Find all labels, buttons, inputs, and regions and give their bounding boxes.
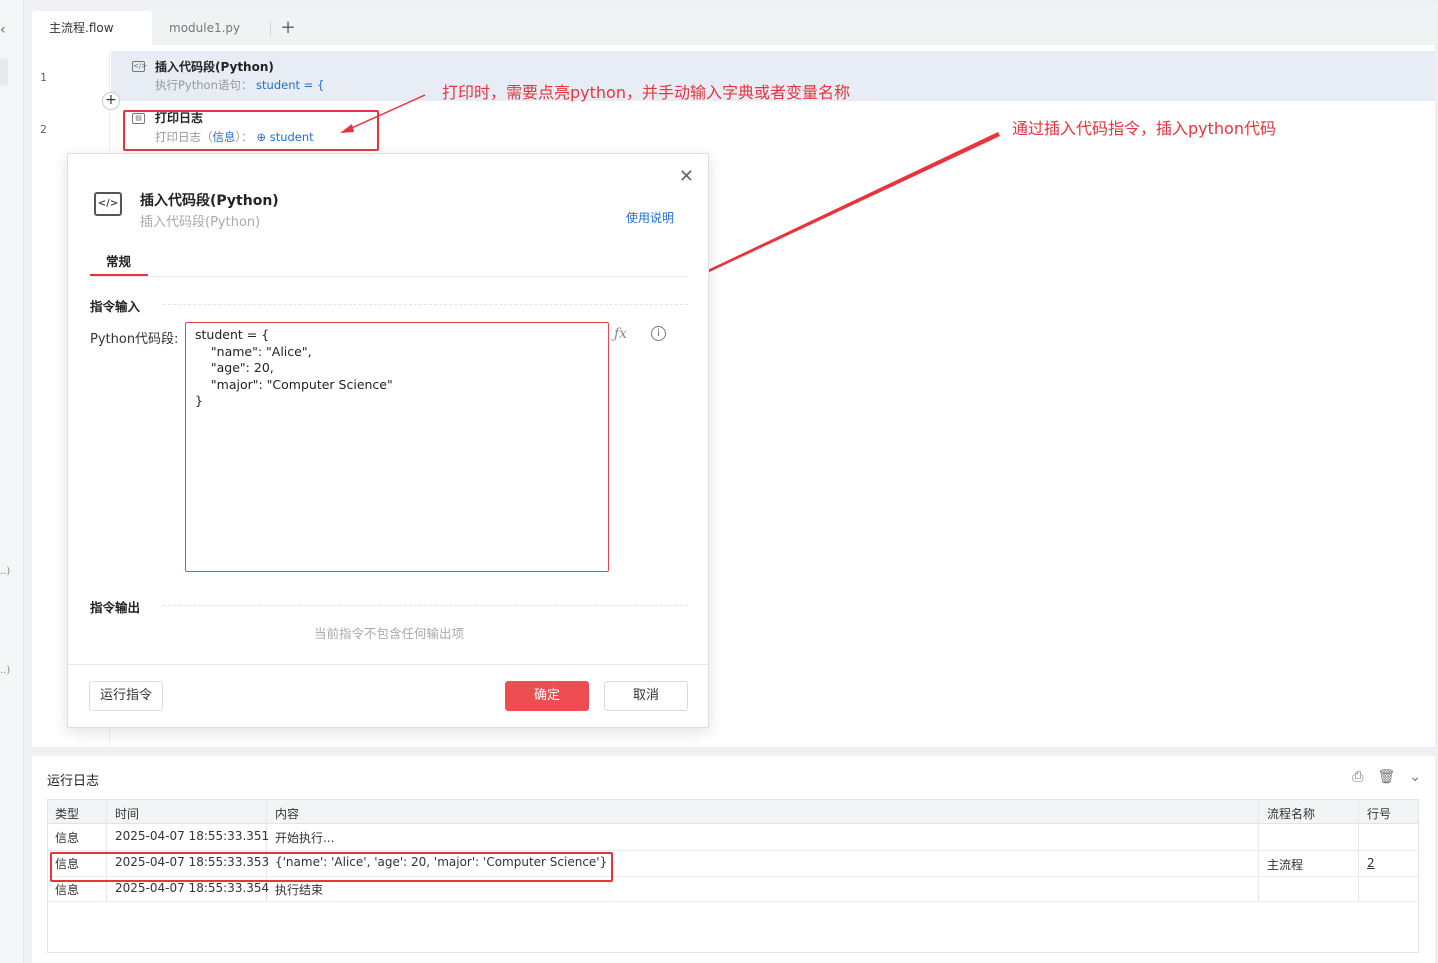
step-sub-label: 执行Python语句： bbox=[155, 78, 253, 92]
column-divider bbox=[1358, 800, 1359, 902]
tab-separator bbox=[270, 21, 271, 37]
empty-output-text: 当前指令不包含任何输出项 bbox=[313, 626, 464, 641]
annotation-highlight-box bbox=[50, 852, 613, 882]
column-header-line[interactable]: 行号 bbox=[1367, 805, 1391, 822]
footer-divider bbox=[68, 664, 708, 665]
section-divider bbox=[163, 605, 688, 606]
log-title: 运行日志 bbox=[47, 774, 100, 789]
help-link[interactable]: 使用说明 bbox=[626, 209, 674, 226]
log-cell-content: 执行结束 bbox=[275, 883, 324, 897]
truncated-text-icon: ..) bbox=[0, 665, 11, 676]
column-header-flow[interactable]: 流程名称 bbox=[1267, 805, 1315, 822]
run-command-button[interactable]: 运行指令 bbox=[89, 681, 163, 711]
tab-bar: 主流程.flow module1.py + bbox=[32, 3, 1435, 45]
tab-module1[interactable]: module1.py bbox=[152, 11, 272, 45]
confirm-button[interactable]: 确定 bbox=[505, 681, 589, 711]
python-code-input[interactable]: student = { "name": "Alice", "age": 20, … bbox=[185, 322, 609, 572]
step-description: 执行Python语句： student = { bbox=[155, 77, 324, 93]
tab-label: module1.py bbox=[169, 21, 241, 35]
log-cell-type: 信息 bbox=[55, 831, 80, 845]
row-divider bbox=[48, 850, 1418, 851]
add-tab-button[interactable]: + bbox=[276, 11, 300, 45]
close-icon[interactable]: ✕ bbox=[679, 166, 694, 187]
annotation-note-1: 打印时，需要点亮python，并手动输入字典或者变量名称 bbox=[442, 83, 850, 102]
output-section-title: 指令输出 bbox=[90, 600, 141, 615]
line-number: 1 bbox=[40, 71, 47, 84]
annotation-note-2: 通过插入代码指令，插入python代码 bbox=[1012, 119, 1276, 138]
python-code-label: Python代码段: bbox=[90, 332, 179, 347]
insert-python-dialog: ✕ </> 插入代码段(Python) 插入代码段(Python) 使用说明 常… bbox=[67, 153, 709, 728]
dialog-subtitle: 插入代码段(Python) bbox=[140, 215, 261, 230]
line-number: 2 bbox=[40, 123, 47, 136]
column-header-content[interactable]: 内容 bbox=[275, 805, 299, 822]
fx-icon[interactable]: ƒx bbox=[614, 326, 627, 342]
step-sub-value: student = { bbox=[256, 78, 325, 92]
left-sidebar-strip: ‹ ..) ..) bbox=[0, 0, 24, 963]
row-divider bbox=[48, 901, 1418, 902]
export-icon[interactable]: ⎙ bbox=[1352, 769, 1363, 785]
step-title[interactable]: 插入代码段(Python) bbox=[155, 58, 274, 75]
log-toolbar: ⎙ 🗑 ⌄ bbox=[1338, 769, 1421, 785]
log-cell-time: 2025-04-07 18:55:33.351 bbox=[115, 829, 270, 843]
active-tab-indicator bbox=[90, 274, 148, 276]
log-cell-type: 信息 bbox=[55, 883, 80, 897]
tab-label: 主流程.flow bbox=[49, 21, 114, 35]
collapse-chevron-icon[interactable]: ‹ bbox=[0, 22, 6, 38]
column-header-type[interactable]: 类型 bbox=[55, 805, 79, 822]
annotation-highlight-box bbox=[123, 110, 379, 151]
log-cell-time: 2025-04-07 18:55:33.354 bbox=[115, 881, 270, 895]
code-icon: </> bbox=[94, 192, 122, 216]
column-divider bbox=[106, 800, 107, 902]
dialog-title: 插入代码段(Python) bbox=[140, 193, 279, 209]
input-section-title: 指令输入 bbox=[90, 299, 141, 314]
chevron-down-icon[interactable]: ⌄ bbox=[1409, 769, 1421, 785]
log-table-header bbox=[48, 800, 1418, 824]
tab-main-flow[interactable]: 主流程.flow bbox=[32, 11, 152, 45]
sidebar-handle[interactable] bbox=[0, 58, 8, 86]
section-divider bbox=[163, 304, 688, 305]
info-icon[interactable]: i bbox=[651, 326, 666, 341]
log-cell-flow: 主流程 bbox=[1267, 858, 1304, 872]
cancel-button[interactable]: 取消 bbox=[604, 681, 688, 711]
log-cell-line-link[interactable]: 2 bbox=[1367, 856, 1375, 870]
code-icon: </> bbox=[132, 61, 148, 72]
tab-general[interactable]: 常规 bbox=[106, 251, 131, 270]
log-cell-content: 开始执行... bbox=[275, 831, 335, 845]
trash-icon[interactable]: 🗑 bbox=[1377, 769, 1395, 785]
truncated-text-icon: ..) bbox=[0, 566, 11, 577]
column-header-time[interactable]: 时间 bbox=[115, 805, 139, 822]
dialog-tabs: 常规 bbox=[90, 243, 688, 277]
column-divider bbox=[1258, 800, 1259, 902]
insert-step-button[interactable]: + bbox=[102, 92, 120, 110]
